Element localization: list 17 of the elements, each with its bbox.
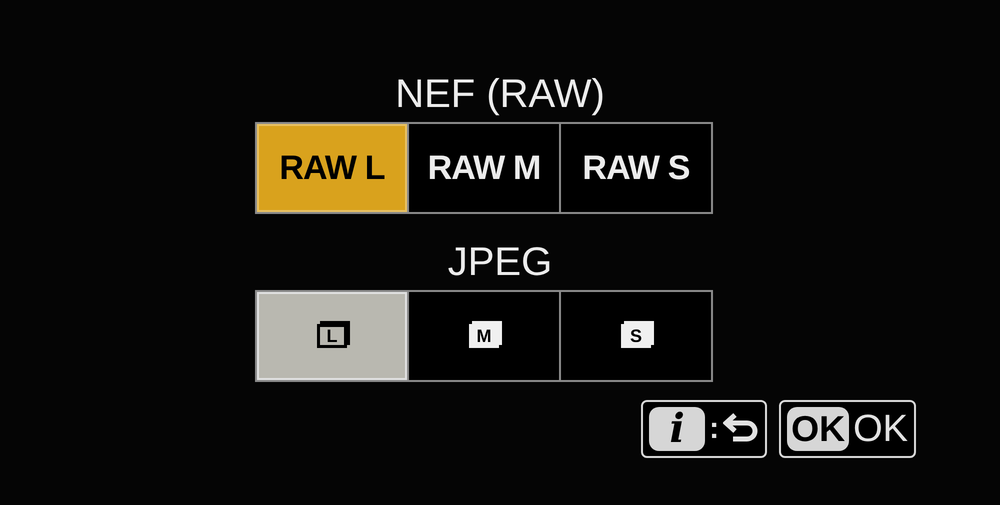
size-symbol: M: [469, 324, 499, 348]
section-title: JPEG: [448, 242, 552, 286]
info-key: i: [649, 407, 706, 451]
raw-size-option[interactable]: RAW L: [257, 124, 407, 212]
separator: :: [709, 414, 720, 444]
ok-key: OK: [787, 407, 850, 451]
ok-button[interactable]: OK OK: [779, 400, 916, 458]
raw-size-option[interactable]: RAW M: [409, 124, 559, 212]
jpeg-size-option[interactable]: L: [257, 292, 407, 380]
section-title: NEF (RAW): [395, 74, 605, 118]
jpeg-size-option[interactable]: S: [561, 292, 711, 380]
jpeg-size-option[interactable]: M: [409, 292, 559, 380]
ok-label: OK: [853, 410, 908, 448]
size-symbol: S: [621, 324, 651, 348]
raw-size-option[interactable]: RAW S: [561, 124, 711, 212]
info-back-button[interactable]: i :: [641, 400, 768, 458]
size-symbol: L: [317, 324, 347, 348]
